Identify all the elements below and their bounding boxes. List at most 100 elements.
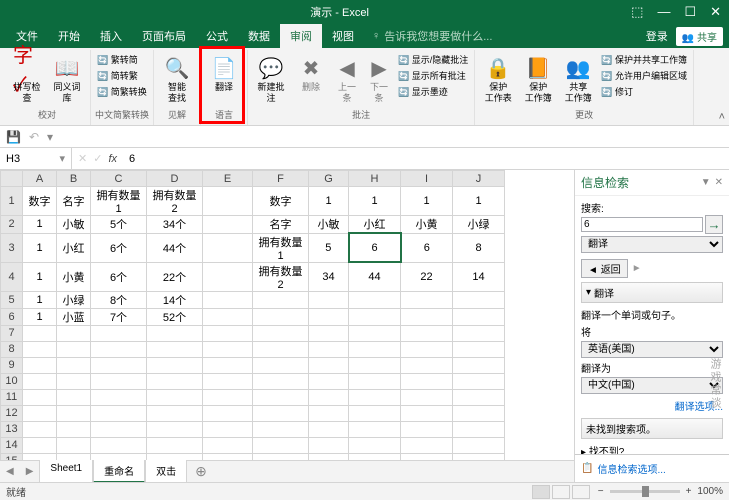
cell-I6[interactable] <box>401 308 453 325</box>
ribbon-display-icon[interactable]: ⬚ <box>631 4 643 20</box>
cell-G5[interactable] <box>309 291 349 308</box>
cell-G9[interactable] <box>309 357 349 373</box>
cell-H8[interactable] <box>349 341 401 357</box>
cell-D11[interactable] <box>147 389 203 405</box>
cell-C14[interactable] <box>91 437 147 453</box>
formula-input[interactable]: 6 <box>123 153 729 165</box>
from-lang-select[interactable]: 英语(美国) <box>581 341 723 358</box>
save-icon[interactable]: 💾 <box>6 130 21 144</box>
cell-J14[interactable] <box>453 437 505 453</box>
cell-J9[interactable] <box>453 357 505 373</box>
row-header-5[interactable]: 5 <box>1 291 23 308</box>
cell-F11[interactable] <box>253 389 309 405</box>
cell-D1[interactable]: 拥有数量2 <box>147 187 203 216</box>
cell-G6[interactable] <box>309 308 349 325</box>
cell-J2[interactable]: 小绿 <box>453 216 505 234</box>
normal-view-icon[interactable] <box>532 485 550 499</box>
cell-J4[interactable]: 14 <box>453 262 505 291</box>
col-header-J[interactable]: J <box>453 171 505 187</box>
comment-opt-item[interactable]: 🔄 显示所有批注 <box>396 68 470 83</box>
cell-G11[interactable] <box>309 389 349 405</box>
chinese-item[interactable]: 🔄 繁转简 <box>95 52 149 67</box>
thesaurus-button[interactable]: 📖 同义词库 <box>48 52 86 106</box>
page-layout-view-icon[interactable] <box>552 485 570 499</box>
cell-B14[interactable] <box>57 437 91 453</box>
cell-F15[interactable] <box>253 453 309 460</box>
cell-D2[interactable]: 34个 <box>147 216 203 234</box>
cell-E8[interactable] <box>203 341 253 357</box>
pane-close-icon[interactable]: ✕ <box>715 177 723 188</box>
cell-B1[interactable]: 名字 <box>57 187 91 216</box>
to-lang-select[interactable]: 中文(中国) <box>581 377 723 394</box>
notfound-expand[interactable]: ▸ 找不到? <box>581 441 723 454</box>
cell-B12[interactable] <box>57 405 91 421</box>
cell-I7[interactable] <box>401 325 453 341</box>
undo-icon[interactable]: ↶ <box>29 130 39 144</box>
next-comment-button[interactable]: ▶ 下一条 <box>364 52 394 106</box>
row-header-9[interactable]: 9 <box>1 357 23 373</box>
collapse-ribbon-icon[interactable]: ˄ <box>719 111 725 123</box>
cell-D6[interactable]: 52个 <box>147 308 203 325</box>
cell-D13[interactable] <box>147 421 203 437</box>
cell-I3[interactable]: 6 <box>401 233 453 262</box>
cell-D14[interactable] <box>147 437 203 453</box>
cell-A8[interactable] <box>23 341 57 357</box>
cell-E11[interactable] <box>203 389 253 405</box>
col-header-A[interactable]: A <box>23 171 57 187</box>
cell-E3[interactable] <box>203 233 253 262</box>
cell-J13[interactable] <box>453 421 505 437</box>
cell-F9[interactable] <box>253 357 309 373</box>
prev-comment-button[interactable]: ◀ 上一条 <box>332 52 362 106</box>
forward-icon[interactable]: ► <box>632 263 642 274</box>
col-header-I[interactable]: I <box>401 171 453 187</box>
cell-C10[interactable] <box>91 373 147 389</box>
tab-开始[interactable]: 开始 <box>48 24 90 48</box>
cell-G8[interactable] <box>309 341 349 357</box>
cell-D8[interactable] <box>147 341 203 357</box>
col-header-G[interactable]: G <box>309 171 349 187</box>
research-options-link[interactable]: 信息检索选项... <box>597 459 665 478</box>
pane-dropdown-icon[interactable]: ▼ <box>701 177 711 188</box>
cell-B3[interactable]: 小红 <box>57 233 91 262</box>
cell-B9[interactable] <box>57 357 91 373</box>
sheet-tab-双击[interactable]: 双击 <box>145 459 187 482</box>
cell-C1[interactable]: 拥有数量1 <box>91 187 147 216</box>
cell-D9[interactable] <box>147 357 203 373</box>
cell-I10[interactable] <box>401 373 453 389</box>
translate-button[interactable]: 📄 翻译 <box>205 52 243 95</box>
cell-B4[interactable]: 小黄 <box>57 262 91 291</box>
tab-视图[interactable]: 视图 <box>322 24 364 48</box>
cell-G12[interactable] <box>309 405 349 421</box>
cell-H14[interactable] <box>349 437 401 453</box>
service-select[interactable]: 翻译 <box>581 236 723 253</box>
cell-I5[interactable] <box>401 291 453 308</box>
cell-I14[interactable] <box>401 437 453 453</box>
search-go-button[interactable]: → <box>705 215 723 234</box>
cell-A13[interactable] <box>23 421 57 437</box>
col-header-B[interactable]: B <box>57 171 91 187</box>
share-button[interactable]: 👥 共享 <box>676 27 723 46</box>
row-header-2[interactable]: 2 <box>1 216 23 234</box>
zoom-slider[interactable] <box>610 490 680 493</box>
cell-B10[interactable] <box>57 373 91 389</box>
cell-C4[interactable]: 6个 <box>91 262 147 291</box>
cell-B7[interactable] <box>57 325 91 341</box>
tab-审阅[interactable]: 审阅 <box>280 24 322 48</box>
cell-H11[interactable] <box>349 389 401 405</box>
row-header-8[interactable]: 8 <box>1 341 23 357</box>
cell-A2[interactable]: 1 <box>23 216 57 234</box>
protect-opt-item[interactable]: 🔄 允许用户编辑区域 <box>599 68 689 83</box>
protect-opt-item[interactable]: 🔄 修订 <box>599 84 689 99</box>
cell-F8[interactable] <box>253 341 309 357</box>
cell-H1[interactable]: 1 <box>349 187 401 216</box>
cell-F1[interactable]: 数字 <box>253 187 309 216</box>
col-header-F[interactable]: F <box>253 171 309 187</box>
select-all-corner[interactable] <box>1 171 23 187</box>
cell-I12[interactable] <box>401 405 453 421</box>
cell-B15[interactable] <box>57 453 91 460</box>
row-header-3[interactable]: 3 <box>1 233 23 262</box>
cell-E12[interactable] <box>203 405 253 421</box>
cell-A3[interactable]: 1 <box>23 233 57 262</box>
cell-H12[interactable] <box>349 405 401 421</box>
cell-C15[interactable] <box>91 453 147 460</box>
